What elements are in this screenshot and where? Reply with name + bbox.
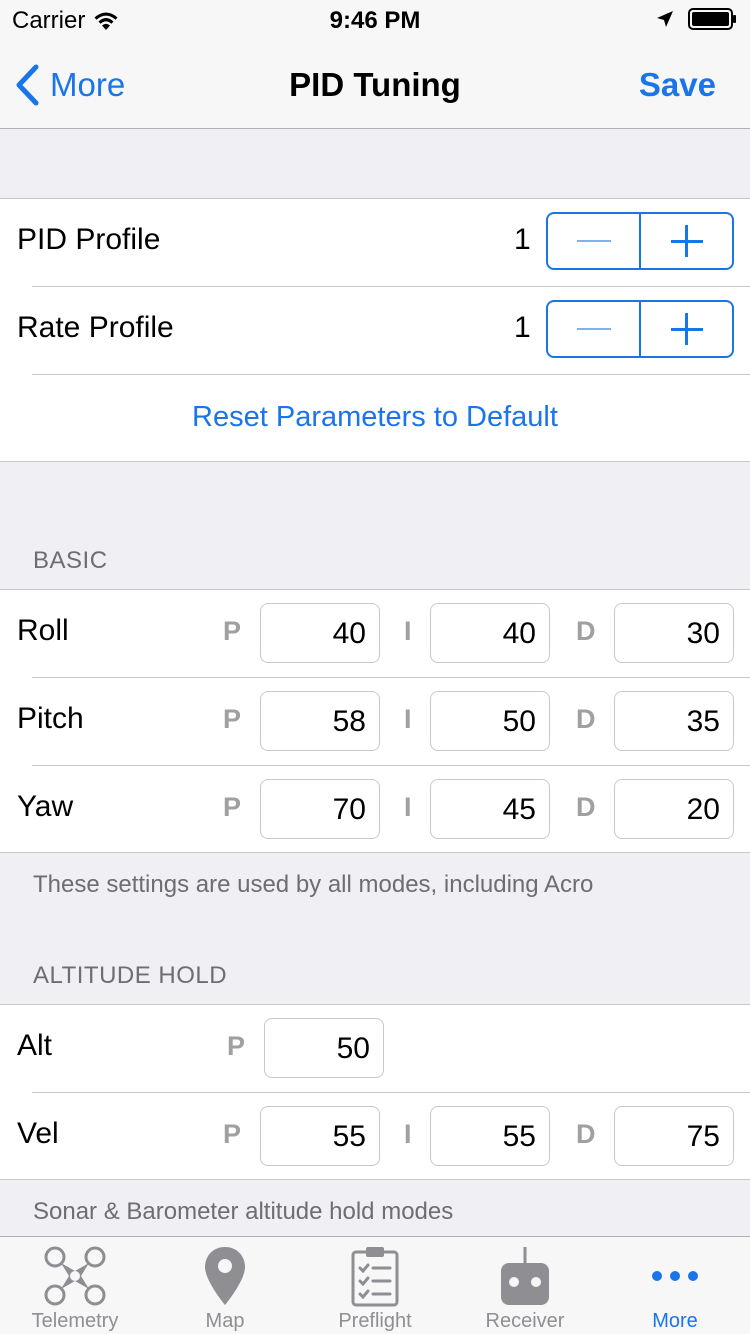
tab-preflight[interactable]: Preflight	[300, 1237, 450, 1334]
altitude-hold-section-footer: Sonar & Barometer altitude hold modes	[33, 1198, 454, 1225]
battery-icon	[688, 8, 736, 30]
more-dots-icon	[642, 1243, 708, 1309]
roll-i-field[interactable]: 40	[430, 603, 550, 663]
vel-p-field[interactable]: 55	[260, 1106, 380, 1166]
p-label: P	[227, 1031, 246, 1061]
status-bar-time: 9:46 PM	[329, 7, 421, 34]
i-label: I	[404, 616, 412, 646]
reset-defaults-button[interactable]: Reset Parameters to Default	[0, 401, 750, 434]
rate-profile-row: Rate Profile 1	[0, 287, 750, 375]
plus-icon	[670, 313, 703, 345]
rate-profile-decrement-button[interactable]	[548, 302, 639, 356]
roll-row: Roll P 40 I 40 D 30	[0, 590, 750, 678]
altitude-hold-group: Alt P 50 Vel P 55 I 55 D 75	[0, 1004, 750, 1180]
status-bar: Carrier 9:46 PM	[0, 0, 750, 40]
yaw-i-field[interactable]: 45	[430, 779, 550, 839]
pitch-i-field[interactable]: 50	[430, 691, 550, 751]
pitch-row: Pitch P 58 I 50 D 35	[0, 678, 750, 766]
i-label: I	[404, 1119, 412, 1149]
page-title: PID Tuning	[289, 66, 461, 103]
profile-group: PID Profile 1 Rate Profile 1 Reset Param…	[0, 198, 750, 462]
rate-profile-value: 1	[514, 311, 531, 344]
basic-section-header: BASIC	[33, 547, 108, 574]
status-bar-right	[656, 8, 738, 30]
yaw-p-field[interactable]: 70	[260, 779, 380, 839]
minus-icon	[576, 240, 611, 242]
yaw-label: Yaw	[17, 790, 74, 823]
pid-profile-increment-button[interactable]	[639, 214, 732, 268]
tab-label: Preflight	[338, 1310, 412, 1332]
pitch-p-field[interactable]: 58	[260, 691, 380, 751]
p-label: P	[223, 1119, 242, 1149]
tab-bar: Telemetry Map Preflight Receiver More	[0, 1236, 750, 1334]
pid-profile-label: PID Profile	[17, 223, 161, 256]
d-label: D	[576, 704, 596, 734]
yaw-d-field[interactable]: 20	[614, 779, 734, 839]
d-label: D	[576, 792, 596, 822]
tab-label: Receiver	[485, 1310, 565, 1332]
tab-label: Map	[205, 1310, 245, 1332]
roll-d-field[interactable]: 30	[614, 603, 734, 663]
navigation-bar: More PID Tuning Save	[0, 40, 750, 129]
tab-label: Telemetry	[31, 1310, 119, 1332]
p-label: P	[223, 616, 242, 646]
pid-profile-decrement-button[interactable]	[548, 214, 639, 268]
basic-group: Roll P 40 I 40 D 30 Pitch P 58 I 50 D 35…	[0, 589, 750, 853]
alt-row: Alt P 50	[0, 1005, 750, 1093]
pitch-label: Pitch	[17, 702, 84, 735]
vel-row: Vel P 55 I 55 D 75	[0, 1093, 750, 1181]
pitch-d-field[interactable]: 35	[614, 691, 734, 751]
p-label: P	[223, 704, 242, 734]
i-label: I	[404, 792, 412, 822]
rate-profile-stepper	[546, 300, 734, 358]
altitude-hold-section-header: ALTITUDE HOLD	[33, 962, 228, 989]
tab-label: More	[652, 1310, 698, 1332]
d-label: D	[576, 616, 596, 646]
vel-d-field[interactable]: 75	[614, 1106, 734, 1166]
i-label: I	[404, 704, 412, 734]
tab-more[interactable]: More	[600, 1237, 750, 1334]
basic-section-footer: These settings are used by all modes, in…	[33, 871, 594, 898]
rate-profile-label: Rate Profile	[17, 311, 174, 344]
reset-row: Reset Parameters to Default	[0, 375, 750, 463]
pid-profile-stepper	[546, 212, 734, 270]
pid-profile-value: 1	[514, 223, 531, 256]
plus-icon	[670, 225, 703, 257]
map-pin-icon	[192, 1243, 258, 1309]
tab-telemetry[interactable]: Telemetry	[0, 1237, 150, 1334]
quadcopter-icon	[42, 1243, 108, 1309]
vel-label: Vel	[17, 1117, 59, 1150]
pid-profile-row: PID Profile 1	[0, 199, 750, 287]
save-button[interactable]: Save	[639, 66, 716, 104]
roll-label: Roll	[17, 614, 69, 647]
location-arrow-icon	[657, 11, 673, 27]
rate-profile-increment-button[interactable]	[639, 302, 732, 356]
tab-map[interactable]: Map	[150, 1237, 300, 1334]
alt-label: Alt	[17, 1029, 53, 1062]
remote-control-icon	[492, 1243, 558, 1309]
minus-icon	[576, 328, 611, 330]
tab-receiver[interactable]: Receiver	[450, 1237, 600, 1334]
d-label: D	[576, 1119, 596, 1149]
p-label: P	[223, 792, 242, 822]
roll-p-field[interactable]: 40	[260, 603, 380, 663]
checklist-icon	[342, 1243, 408, 1309]
alt-p-field[interactable]: 50	[264, 1018, 384, 1078]
yaw-row: Yaw P 70 I 45 D 20	[0, 766, 750, 854]
vel-i-field[interactable]: 55	[430, 1106, 550, 1166]
